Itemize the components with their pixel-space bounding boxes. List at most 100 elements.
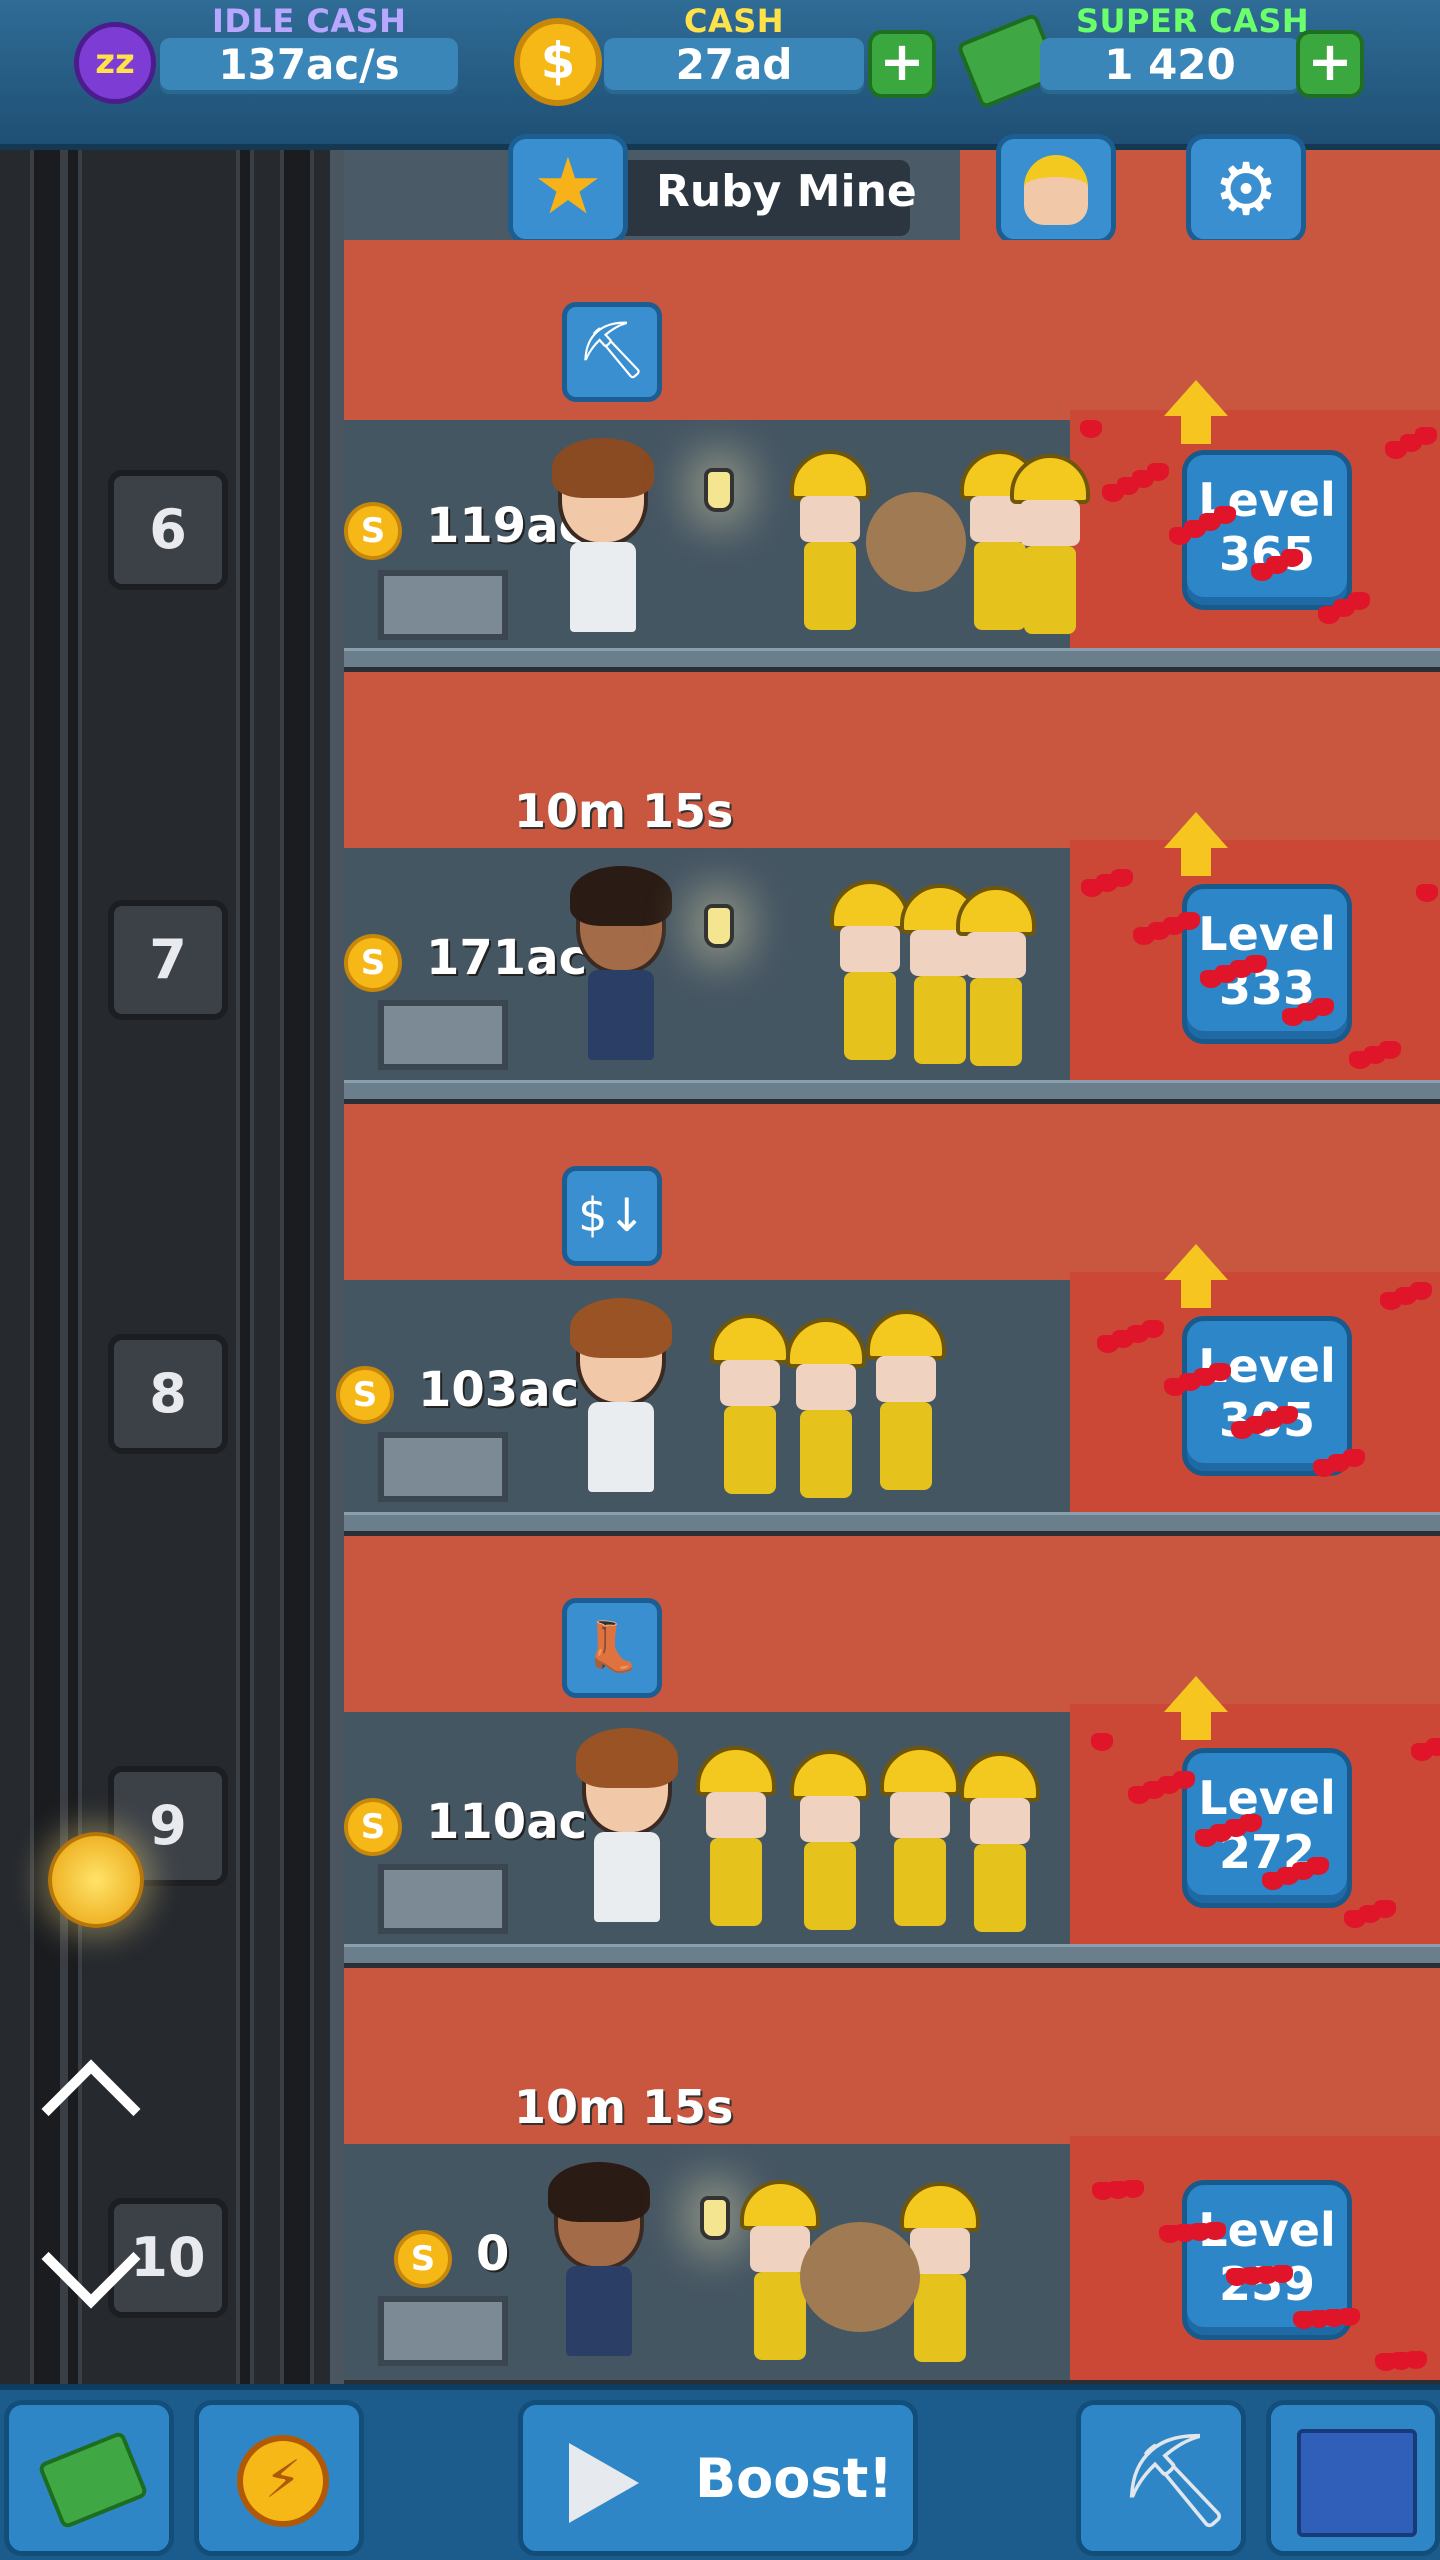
super-cash-label: SUPER CASH — [1076, 2, 1310, 40]
ore-bag-10 — [800, 2222, 920, 2332]
top-currency-bar: zz IDLE CASH 137ac/s $ CASH 27ad + SUPER… — [0, 0, 1440, 150]
ruby-gem-icon — [1344, 1910, 1366, 1928]
ruby-gem-icon — [1293, 2311, 1315, 2329]
level-label-9: Level — [1198, 1771, 1336, 1825]
upgrade-arrow-icon-6 — [1164, 380, 1228, 416]
shop-button[interactable] — [4, 2400, 174, 2556]
skill-button-6[interactable]: ⛏ — [562, 302, 662, 402]
shaft-timer-10: 10m 15s — [514, 2080, 734, 2134]
miner-avatar-icon — [1024, 155, 1088, 225]
manager-7[interactable] — [566, 866, 676, 1074]
mine-title: Ruby Mine — [656, 166, 917, 217]
miner-9c[interactable] — [880, 1746, 960, 1926]
idle-cash-label: IDLE CASH — [212, 2, 407, 40]
shaft-earning-8: 103ac — [418, 1362, 580, 1418]
shaft-earning-7: 171ac — [426, 930, 588, 986]
ruby-gem-icon — [1195, 1829, 1217, 1847]
upgrade-arrow-stem-7 — [1181, 846, 1211, 876]
shaft-number-6[interactable]: 6 — [108, 470, 228, 590]
floor-edge-7 — [344, 1080, 1440, 1099]
shaft-number-8[interactable]: 8 — [108, 1334, 228, 1454]
floor-edge-6 — [344, 648, 1440, 667]
lamp-icon-10 — [700, 2196, 730, 2240]
mines-button[interactable]: ⛏ — [1076, 2400, 1246, 2556]
play-icon — [569, 2443, 639, 2523]
lamp-icon-6 — [704, 468, 734, 512]
boost-shop-button[interactable]: ⚡ — [194, 2400, 364, 2556]
ruby-gem-icon — [1133, 927, 1155, 945]
ruby-gem-icon — [1349, 1051, 1371, 1069]
lightning-coin-icon: ⚡ — [237, 2435, 329, 2527]
ore-bag-6 — [866, 492, 966, 592]
upgrade-arrow-icon-8 — [1164, 1244, 1228, 1280]
ruby-gem-icon — [1102, 484, 1124, 502]
add-cash-button[interactable]: + — [868, 30, 936, 98]
idle-cash-pill[interactable]: 137ac/s — [160, 38, 458, 94]
miner-9b[interactable] — [790, 1750, 870, 1930]
ruby-gem-icon — [1416, 884, 1438, 902]
crate-10[interactable] — [378, 2296, 508, 2366]
crate-8[interactable] — [378, 1432, 508, 1502]
shaft-divider — [330, 150, 344, 2390]
miner-9d[interactable] — [960, 1752, 1040, 1932]
miner-8a[interactable] — [710, 1314, 790, 1494]
map-button[interactable] — [1266, 2400, 1440, 2556]
cash-coin-icon: $ — [514, 18, 602, 106]
boost-coin-icon[interactable] — [48, 1832, 144, 1928]
manager-10[interactable] — [544, 2162, 654, 2370]
miner-7c[interactable] — [956, 886, 1036, 1066]
miner-6c[interactable] — [1010, 454, 1090, 634]
miner-8c[interactable] — [866, 1310, 946, 1490]
coin-icon-7: S — [344, 934, 402, 992]
upgrade-arrow-icon-9 — [1164, 1676, 1228, 1712]
ruby-gem-icon — [1097, 1335, 1119, 1353]
boost-button[interactable]: Boost! — [518, 2400, 918, 2556]
crate-6[interactable] — [378, 570, 508, 640]
bottom-action-bar: ⚡ Boost! ⛏ — [0, 2384, 1440, 2560]
pickaxe-shovel-icon: ⛏ — [1117, 2427, 1234, 2534]
pickaxe-icon: ⛏ — [576, 318, 648, 383]
cash-label: CASH — [684, 2, 785, 40]
ruby-gem-icon — [1159, 2225, 1181, 2243]
map-icon — [1297, 2429, 1417, 2537]
shaft-earning-10: 0 — [476, 2226, 510, 2282]
miner-6a[interactable] — [790, 450, 870, 630]
coin-icon-10: S — [394, 2230, 452, 2288]
miner-7a[interactable] — [830, 880, 910, 1060]
idle-cash-icon[interactable]: zz — [74, 22, 156, 104]
shaft-number-7[interactable]: 7 — [108, 900, 228, 1020]
floor-edge-8 — [344, 1512, 1440, 1531]
ruby-gem-icon — [1231, 1421, 1253, 1439]
skill-button-8[interactable]: $↓ — [562, 1166, 662, 1266]
crate-7[interactable] — [378, 1000, 508, 1070]
cost-down-icon: $↓ — [578, 1188, 646, 1242]
shaft-rail-left — [30, 150, 64, 2390]
add-super-cash-button[interactable]: + — [1296, 30, 1364, 98]
ruby-gem-icon — [1380, 1292, 1402, 1310]
gear-icon: ⚙ — [1213, 147, 1279, 231]
coin-icon-9: S — [344, 1798, 402, 1856]
coin-icon-8: S — [336, 1366, 394, 1424]
crate-9[interactable] — [378, 1864, 508, 1934]
favorite-button[interactable]: ★ — [508, 134, 628, 244]
miner-9a[interactable] — [696, 1746, 776, 1926]
super-cash-pill: 1 420 — [1040, 38, 1300, 94]
cash-value: 27ad — [675, 40, 793, 89]
ruby-gem-icon — [1092, 2182, 1114, 2200]
shaft-timer-7: 10m 15s — [514, 784, 734, 838]
manager-profile-button[interactable] — [996, 134, 1116, 244]
upgrade-arrow-stem-8 — [1181, 1278, 1211, 1308]
ruby-gem-icon — [1169, 527, 1191, 545]
ruby-gem-icon — [1318, 606, 1340, 624]
miner-8b[interactable] — [786, 1318, 866, 1498]
manager-6[interactable] — [548, 438, 658, 646]
floor-edge-9 — [344, 1944, 1440, 1963]
manager-9[interactable] — [572, 1728, 682, 1936]
level-button-8[interactable]: Level 305 — [1182, 1316, 1352, 1476]
skill-button-9[interactable]: 👢 — [562, 1598, 662, 1698]
money-stack-icon — [37, 2430, 149, 2530]
settings-button[interactable]: ⚙ — [1186, 134, 1306, 244]
ruby-gem-icon — [1081, 879, 1103, 897]
level-button-7[interactable]: Level 333 — [1182, 884, 1352, 1044]
manager-8[interactable] — [566, 1298, 676, 1506]
